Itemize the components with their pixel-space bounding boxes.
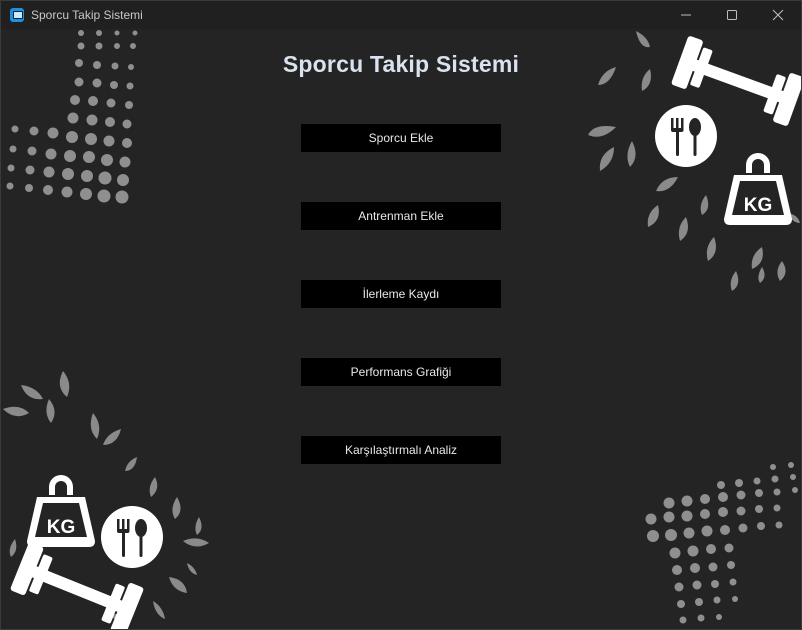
fork-spoon-icon [655,105,717,167]
title-bar[interactable]: Sporcu Takip Sistemi [1,1,801,29]
fork-spoon-icon [101,506,163,568]
close-button[interactable] [755,1,801,29]
page-title: Sporcu Takip Sistemi [282,51,520,77]
app-icon [10,8,24,22]
kettlebell-icon: KG [724,153,792,225]
maximize-button[interactable] [709,1,755,29]
main-canvas: KG KG Sporcu Takip Sistemi Sporcu Ekle A… [1,29,801,629]
comparative-analysis-button[interactable]: Karşılaştırmalı Analiz [301,436,501,464]
kettlebell-icon: KG [27,475,95,547]
halftone-dots-bottom-right [645,462,798,624]
performance-chart-button[interactable]: Performans Grafiği [301,358,501,386]
fitness-cluster-bottom-left: KG [3,371,209,629]
progress-record-button[interactable]: İlerleme Kaydı [301,280,501,308]
minimize-button[interactable] [663,1,709,29]
add-athlete-button[interactable]: Sporcu Ekle [301,124,501,152]
minimize-icon [681,14,691,16]
window-title: Sporcu Takip Sistemi [31,8,143,22]
app-window: Sporcu Takip Sistemi KG KG Sporcu Takip … [0,0,802,630]
kettlebell-label: KG [744,195,773,216]
close-icon [772,9,784,21]
maximize-icon [727,10,737,20]
window-controls [663,1,801,29]
add-training-button[interactable]: Antrenman Ekle [301,202,501,230]
kettlebell-label: KG [47,517,76,538]
